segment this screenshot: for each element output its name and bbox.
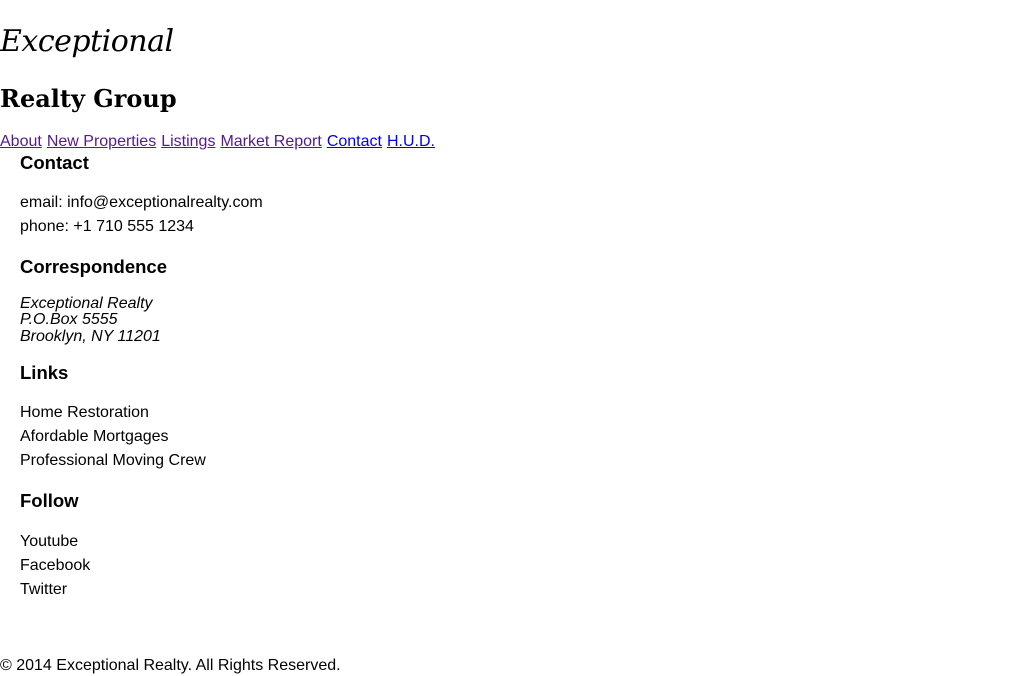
brand-logo-script[interactable]: Exceptional — [0, 22, 174, 62]
link-home-restoration[interactable]: Home Restoration — [20, 403, 149, 423]
nav-link-listings[interactable]: Listings — [161, 133, 215, 150]
follow-youtube[interactable]: Youtube — [20, 532, 78, 552]
nav-link-new-properties[interactable]: New Properties — [47, 133, 156, 150]
contact-phone: phone: +1 710 555 1234 — [20, 218, 194, 235]
footer-copyright: © 2014 Exceptional Realty. All Rights Re… — [0, 657, 341, 674]
address-line-pobox: P.O.Box 5555 — [20, 311, 118, 328]
follow-twitter[interactable]: Twitter — [20, 580, 67, 600]
link-professional-moving-crew[interactable]: Professional Moving Crew — [20, 451, 206, 471]
follow-facebook[interactable]: Facebook — [20, 556, 90, 576]
follow-heading: Follow — [20, 490, 79, 511]
address-line-city: Brooklyn, NY 11201 — [20, 328, 161, 345]
main-nav: About New Properties Listings Market Report… — [0, 132, 440, 152]
correspondence-heading: Correspondence — [20, 256, 168, 277]
nav-link-hud[interactable]: H.U.D. — [387, 133, 435, 150]
nav-link-about[interactable]: About — [0, 133, 42, 150]
nav-link-contact[interactable]: Contact — [327, 133, 382, 150]
links-heading: Links — [20, 362, 69, 383]
contact-email: email: info@exceptionalrealty.com — [20, 194, 263, 211]
page: Exceptional Realty Group About New Proper… — [0, 0, 1024, 676]
brand-logo-subtitle: Realty Group — [0, 84, 177, 113]
nav-link-market-report[interactable]: Market Report — [220, 133, 321, 150]
contact-heading: Contact — [20, 152, 89, 173]
link-affordable-mortgages[interactable]: Afordable Mortgages — [20, 427, 169, 447]
